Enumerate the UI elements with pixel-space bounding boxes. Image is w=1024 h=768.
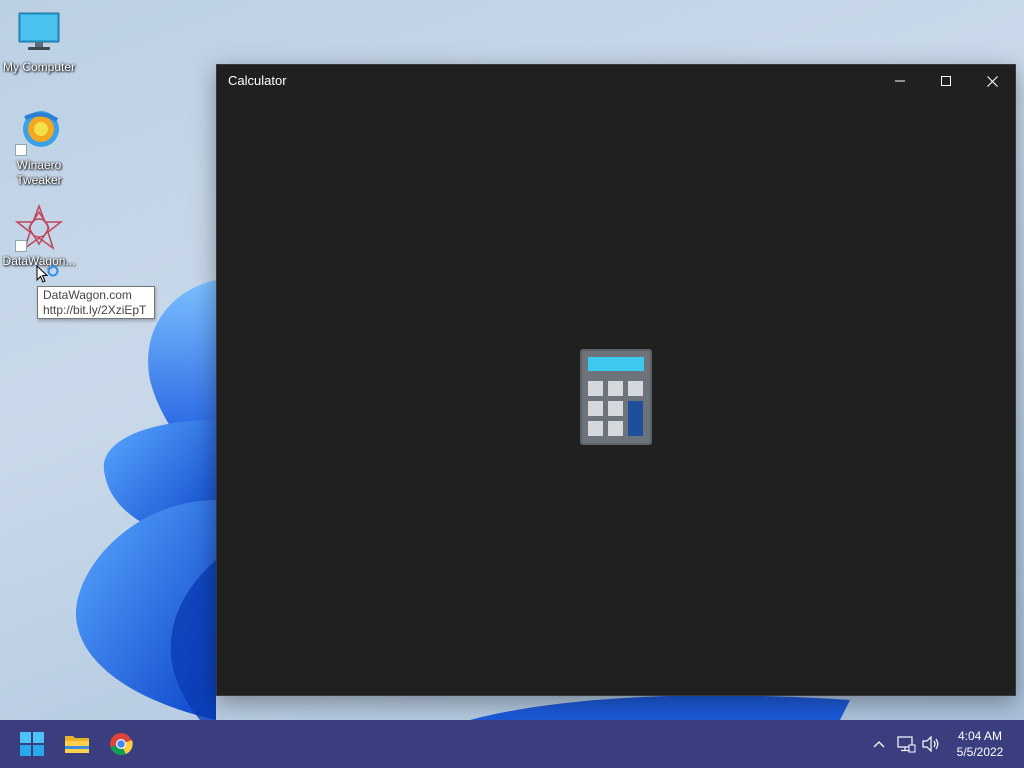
volume-icon[interactable] — [921, 734, 941, 754]
shortcut-arrow-icon — [15, 144, 27, 156]
desktop-icon-winaero-tweaker[interactable]: Winaero Tweaker — [0, 108, 78, 188]
tooltip-line-2: http://bit.ly/2XziEpT — [43, 303, 147, 317]
desktop-tooltip: DataWagon.com http://bit.ly/2XziEpT — [37, 286, 155, 319]
calculator-window[interactable]: Calculator — [216, 64, 1016, 696]
minimize-icon — [895, 80, 905, 82]
maximize-icon — [941, 76, 951, 86]
chrome-button[interactable] — [103, 726, 139, 762]
mouse-cursor-icon — [36, 265, 59, 283]
calculator-icon — [580, 349, 652, 445]
winaero-tweaker-icon — [15, 108, 63, 156]
file-explorer-button[interactable] — [59, 726, 95, 762]
clock-time: 4:04 AM — [957, 729, 1003, 743]
maximize-button[interactable] — [923, 65, 969, 97]
shortcut-arrow-icon — [15, 240, 27, 252]
network-icon[interactable] — [896, 734, 916, 754]
tooltip-line-1: DataWagon.com — [43, 288, 132, 302]
file-explorer-icon — [65, 736, 89, 753]
close-icon — [986, 75, 998, 87]
close-button[interactable] — [969, 65, 1015, 97]
window-titlebar[interactable]: Calculator — [217, 65, 1015, 97]
start-button[interactable] — [14, 726, 50, 762]
desktop-icon-label: My Computer — [2, 60, 76, 74]
taskbar: 4:04 AM 5/5/2022 — [0, 720, 1024, 768]
desktop-icon-label: Winaero Tweaker — [16, 158, 62, 187]
clock-date: 5/5/2022 — [956, 745, 1004, 759]
desktop-icon-my-computer[interactable]: My Computer — [0, 10, 78, 75]
taskbar-clock[interactable]: 4:04 AM 5/5/2022 — [944, 728, 1016, 760]
windows-start-icon — [20, 732, 44, 756]
chevron-up-icon[interactable] — [870, 736, 888, 752]
monitor-icon — [15, 10, 63, 58]
window-title: Calculator — [228, 73, 287, 88]
datawagon-icon — [14, 203, 64, 252]
chrome-icon — [110, 733, 133, 756]
minimize-button[interactable] — [877, 65, 923, 97]
desktop-icon-datawagon[interactable]: DataWagon... — [0, 203, 78, 269]
